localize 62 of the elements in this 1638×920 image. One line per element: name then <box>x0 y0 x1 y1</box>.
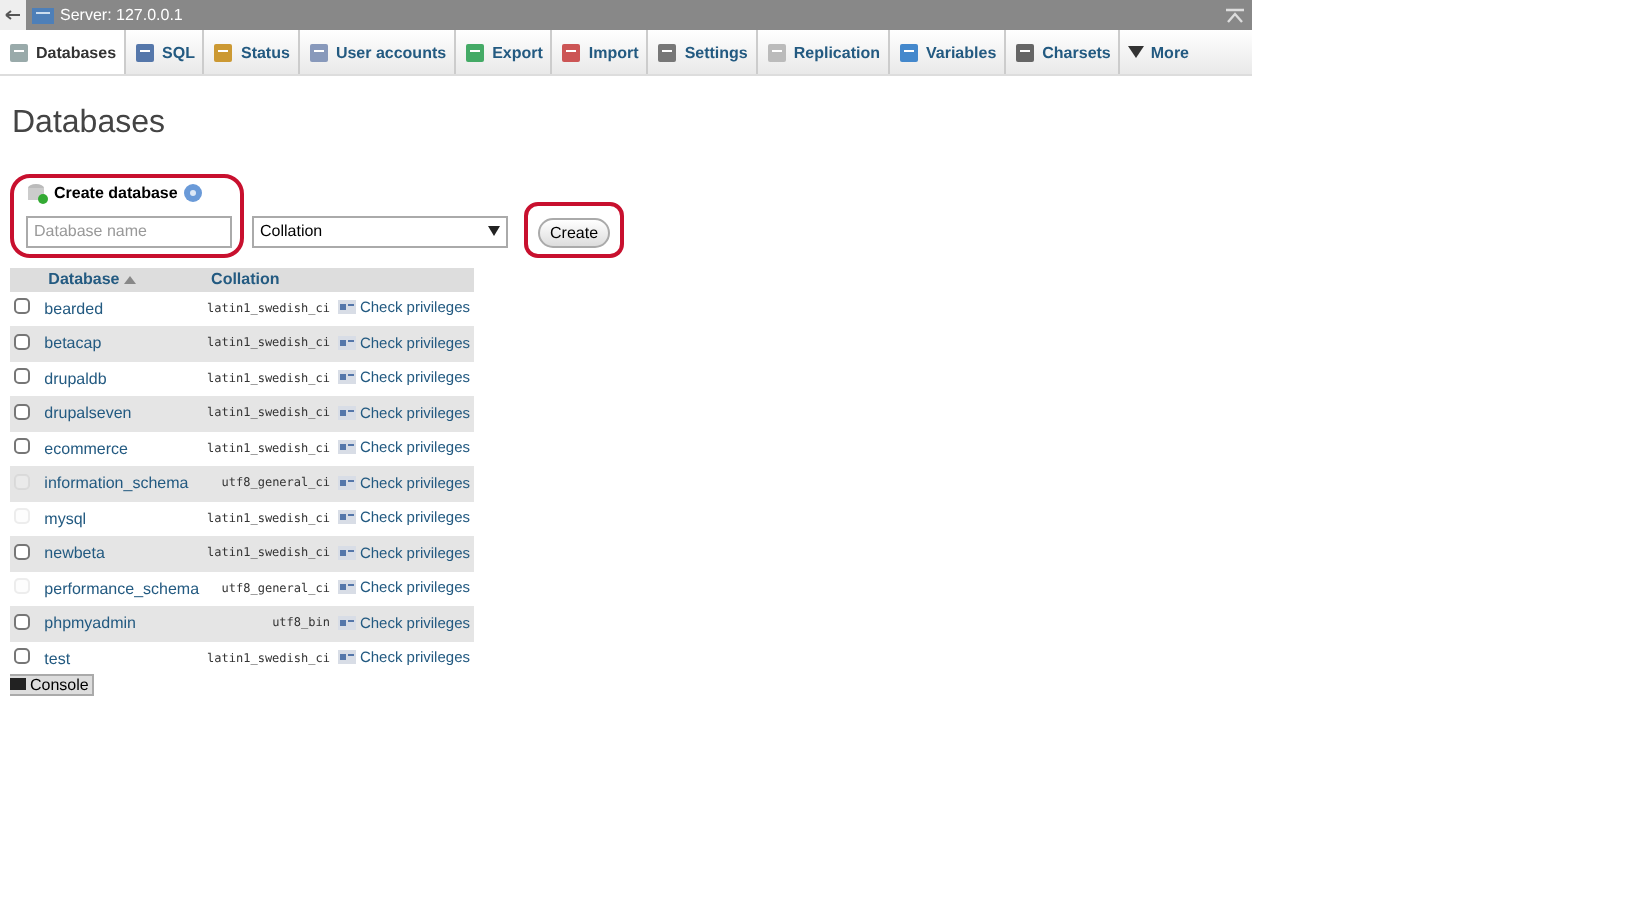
tab-icon <box>1014 41 1037 63</box>
tab-icon <box>765 41 788 63</box>
folder-icon <box>10 678 26 690</box>
column-header[interactable]: Database <box>40 267 204 291</box>
tab[interactable]: SQL <box>126 30 205 74</box>
row-checkbox[interactable] <box>14 333 30 350</box>
tab[interactable]: Replication <box>757 30 890 74</box>
collation-select[interactable]: Collation <box>252 215 508 247</box>
tab[interactable]: Import <box>552 30 649 74</box>
tab[interactable]: Export <box>456 30 553 74</box>
tab[interactable]: Databases <box>0 30 127 74</box>
tab[interactable]: Settings <box>648 30 758 74</box>
database-name-field[interactable]: Database name <box>26 215 232 247</box>
help-icon[interactable] <box>183 184 202 202</box>
database-link[interactable]: ecommerce <box>44 439 128 458</box>
privileges-icon <box>337 440 356 455</box>
server-icon <box>32 5 54 25</box>
privileges-icon <box>337 335 356 350</box>
tab-icon <box>212 41 235 63</box>
row-checkbox[interactable] <box>14 368 30 385</box>
row-checkbox[interactable] <box>14 403 30 420</box>
tab-icon <box>134 41 157 63</box>
row-checkbox[interactable] <box>14 543 30 560</box>
privileges-icon <box>337 580 356 595</box>
tab-icon <box>464 41 487 63</box>
row-checkbox[interactable] <box>14 613 30 630</box>
privileges-icon <box>337 370 356 385</box>
console-button[interactable]: Console <box>10 673 95 695</box>
privileges-icon <box>337 300 356 315</box>
tab-icon <box>560 41 583 63</box>
privileges-icon <box>337 650 356 665</box>
privileges-icon <box>337 475 356 490</box>
tab[interactable]: Status <box>204 30 300 74</box>
tab[interactable]: More <box>1120 30 1198 74</box>
privileges-icon <box>337 545 356 560</box>
column-header[interactable]: Collation <box>203 267 334 291</box>
tab-icon <box>898 41 920 63</box>
tab[interactable]: User accounts <box>299 30 457 74</box>
privileges-icon <box>337 405 356 420</box>
database-link[interactable]: drupaldb <box>44 369 107 388</box>
caret-icon <box>1128 46 1145 58</box>
tab[interactable]: Variables <box>890 30 1007 74</box>
database-add-icon <box>26 182 48 204</box>
collapse-icon[interactable] <box>1226 7 1244 23</box>
database-link[interactable]: bearded <box>44 299 104 318</box>
privileges-icon <box>337 615 356 630</box>
sort-ascending-icon <box>123 276 136 284</box>
tab-icon <box>307 41 330 63</box>
dropdown-caret-icon <box>488 226 500 236</box>
database-link[interactable]: betacap <box>44 334 102 353</box>
row-checkbox[interactable] <box>14 298 30 315</box>
window-title: Server: 127.0.0.1 <box>60 6 185 24</box>
create-button[interactable]: Create <box>538 217 611 247</box>
row-checkbox[interactable] <box>14 648 30 665</box>
database-link[interactable]: test <box>44 649 71 668</box>
create-database-label: Create database <box>54 184 178 202</box>
tab[interactable]: Charsets <box>1006 30 1121 74</box>
privileges-icon <box>337 510 356 525</box>
page-heading: Databases <box>12 106 167 142</box>
tab-icon <box>8 41 30 63</box>
tab-icon <box>656 41 679 63</box>
row-checkbox[interactable] <box>14 438 30 455</box>
